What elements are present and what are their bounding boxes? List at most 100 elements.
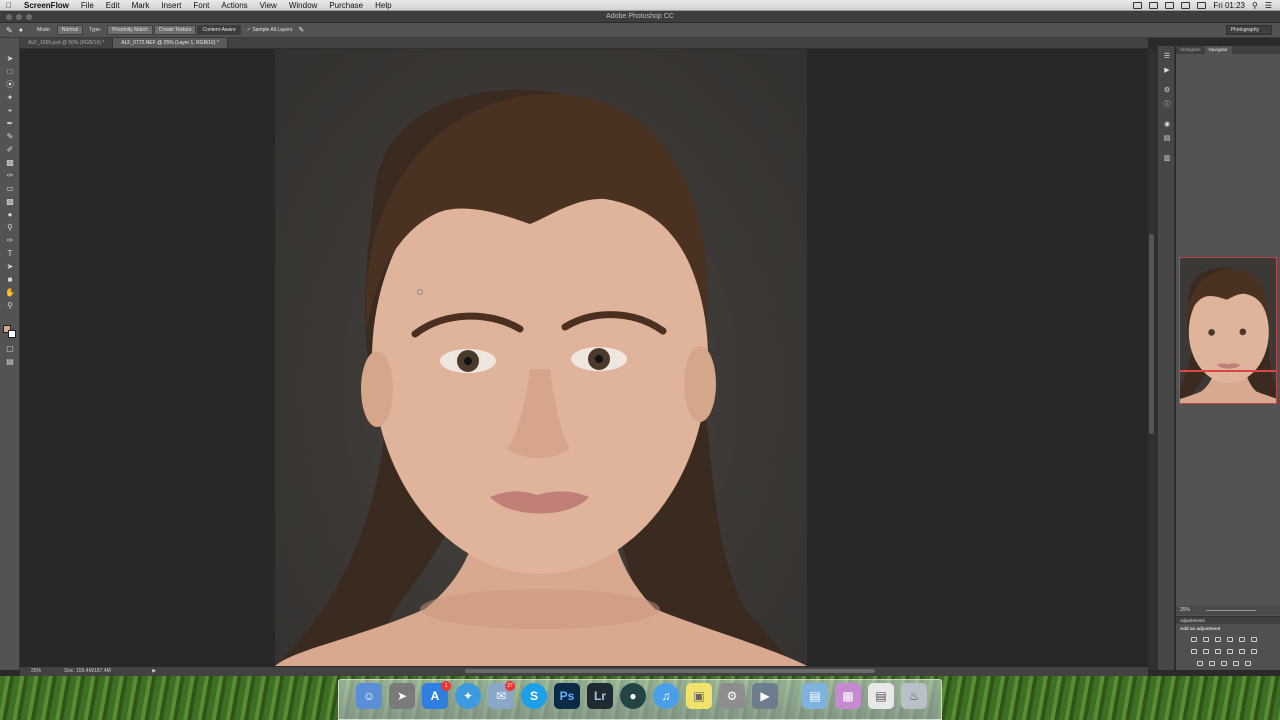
tab-navigator[interactable]: Navigator: [1204, 46, 1232, 54]
launchpad-icon[interactable]: ➤: [389, 683, 415, 709]
menu-font[interactable]: Font: [187, 0, 215, 11]
eraser-tool-icon[interactable]: ▭: [4, 183, 16, 195]
posterize-icon[interactable]: [1209, 661, 1215, 666]
triangle-adjust-icon[interactable]: [1251, 637, 1257, 642]
type-content-aware[interactable]: Content-Aware: [197, 25, 241, 35]
crop-tool-icon[interactable]: ⌖: [4, 105, 16, 117]
menu-app-name[interactable]: ScreenFlow: [18, 0, 75, 11]
trash-icon[interactable]: ♨: [901, 683, 927, 709]
adjustments-title[interactable]: Adjustments: [1176, 617, 1280, 624]
clone-stamp-tool-icon[interactable]: ▩: [4, 157, 16, 169]
zoom-tool-icon[interactable]: ⚲: [4, 300, 16, 312]
navigator-zoom-value[interactable]: 25%: [1180, 607, 1190, 613]
menu-file[interactable]: File: [75, 0, 100, 11]
1password-icon[interactable]: ●: [620, 683, 646, 709]
clone-source-panel-icon[interactable]: ▥: [1162, 155, 1172, 163]
quick-selection-tool-icon[interactable]: ✦: [4, 92, 16, 104]
document-tab-2[interactable]: ALF_0772.NEF @ 25% (Layer 1, RGB/16) *: [113, 38, 228, 48]
threshold-icon[interactable]: [1221, 661, 1227, 666]
move-tool-icon[interactable]: ➤: [4, 53, 16, 65]
dodge-tool-icon[interactable]: ⚲: [4, 222, 16, 234]
menu-mark[interactable]: Mark: [126, 0, 156, 11]
selective-color-icon[interactable]: [1245, 661, 1251, 666]
lasso-tool-icon[interactable]: ⦿: [4, 79, 16, 91]
navigator-thumbnail[interactable]: [1179, 257, 1277, 404]
wifi-icon[interactable]: [1165, 1, 1175, 9]
screen-mode-icon[interactable]: ▤: [4, 356, 16, 368]
rectangle-tool-icon[interactable]: ■: [4, 274, 16, 286]
pen-tool-icon[interactable]: ✑: [4, 235, 16, 247]
background-color-swatch[interactable]: [8, 330, 16, 338]
type-tool-icon[interactable]: T: [4, 248, 16, 260]
menu-clock[interactable]: Fri 01:23: [1213, 1, 1245, 10]
brush-tool-icon[interactable]: ✐: [4, 144, 16, 156]
archive-icon[interactable]: ▩: [835, 683, 861, 709]
menu-window[interactable]: Window: [283, 0, 323, 11]
navigator-view-box[interactable]: [1180, 370, 1276, 372]
menu-insert[interactable]: Insert: [155, 0, 187, 11]
exposure-icon[interactable]: [1227, 637, 1233, 642]
type-proximity-match[interactable]: Proximity Match: [107, 25, 153, 35]
gradient-map-icon[interactable]: [1233, 661, 1239, 666]
apple-menu-icon[interactable]: : [0, 0, 18, 11]
vibrance-icon[interactable]: [1239, 637, 1245, 642]
menu-help[interactable]: Help: [369, 0, 397, 11]
tab-histogram[interactable]: Histogram: [1176, 46, 1205, 54]
actions-panel-icon[interactable]: ▶: [1162, 67, 1172, 75]
layers-panel-icon[interactable]: ◉: [1162, 121, 1172, 129]
status-zoom[interactable]: 25%: [31, 668, 41, 674]
finder-icon[interactable]: ☺: [356, 683, 382, 709]
folder-icon[interactable]: ▤: [802, 683, 828, 709]
spot-healing-tool-icon[interactable]: ✎: [6, 26, 13, 35]
status-doc-size[interactable]: Doc: 155.4M/187.4M: [64, 668, 110, 674]
properties-panel-icon[interactable]: ⚙: [1162, 87, 1172, 95]
sample-all-layers-checkbox[interactable]: ✓ Sample All Layers: [247, 27, 293, 33]
brightness-contrast-icon[interactable]: [1191, 637, 1197, 642]
menu-purchase[interactable]: Purchase: [323, 0, 369, 11]
invert-icon[interactable]: [1197, 661, 1203, 666]
menu-view[interactable]: View: [254, 0, 283, 11]
document-tab-1[interactable]: ALF_1600.psd @ 50% (RGB/16) *: [20, 38, 114, 48]
channel-mixer-icon[interactable]: [1239, 649, 1245, 654]
notification-center-icon[interactable]: ☰: [1265, 1, 1272, 10]
system-preferences-icon[interactable]: ⚙: [719, 683, 745, 709]
brush-size-picker[interactable]: ●: [19, 27, 23, 34]
preview-icon[interactable]: ▤: [868, 683, 894, 709]
hue-saturation-icon[interactable]: [1191, 649, 1197, 654]
levels-icon[interactable]: [1203, 637, 1209, 642]
dropbox-icon[interactable]: [1149, 1, 1159, 9]
battery-icon[interactable]: [1197, 1, 1207, 9]
vertical-scrollbar[interactable]: [1148, 49, 1156, 670]
mode-select[interactable]: Normal: [56, 25, 83, 35]
lightroom-icon[interactable]: Lr: [587, 683, 613, 709]
black-white-icon[interactable]: [1215, 649, 1221, 654]
close-window-button[interactable]: [6, 14, 12, 20]
hand-tool-icon[interactable]: ✋: [4, 287, 16, 299]
menu-actions[interactable]: Actions: [215, 0, 253, 11]
itunes-icon[interactable]: ♫: [653, 683, 679, 709]
menu-edit[interactable]: Edit: [100, 0, 126, 11]
spotlight-icon[interactable]: ⚲: [1252, 1, 1258, 10]
blur-tool-icon[interactable]: ●: [4, 209, 16, 221]
safari-icon[interactable]: ✦: [455, 683, 481, 709]
path-selection-tool-icon[interactable]: ➤: [4, 261, 16, 273]
curves-icon[interactable]: [1215, 637, 1221, 642]
portrait-image[interactable]: [275, 49, 807, 666]
history-brush-icon[interactable]: ✑: [4, 170, 16, 182]
color-lookup-icon[interactable]: [1251, 649, 1257, 654]
marquee-tool-icon[interactable]: □: [4, 66, 16, 78]
vertical-scroll-thumb[interactable]: [1149, 234, 1154, 434]
horizontal-scrollbar[interactable]: [465, 669, 875, 673]
zoom-window-button[interactable]: [26, 14, 32, 20]
info-panel-icon[interactable]: ⓘ: [1162, 101, 1172, 109]
eyedropper-tool-icon[interactable]: ✒: [4, 118, 16, 130]
workspace-switcher[interactable]: Photography: [1225, 25, 1272, 35]
status-menu-arrow-icon[interactable]: ▶: [152, 668, 156, 674]
skype-icon[interactable]: S: [521, 683, 547, 709]
quick-mask-icon[interactable]: ▢: [4, 343, 16, 355]
stickies-icon[interactable]: ▣: [686, 683, 712, 709]
spot-healing-brush-icon[interactable]: ✎: [4, 131, 16, 143]
volume-icon[interactable]: [1181, 1, 1191, 9]
navigator-zoom-slider[interactable]: [1206, 610, 1256, 611]
type-create-texture[interactable]: Create Texture: [153, 25, 197, 35]
